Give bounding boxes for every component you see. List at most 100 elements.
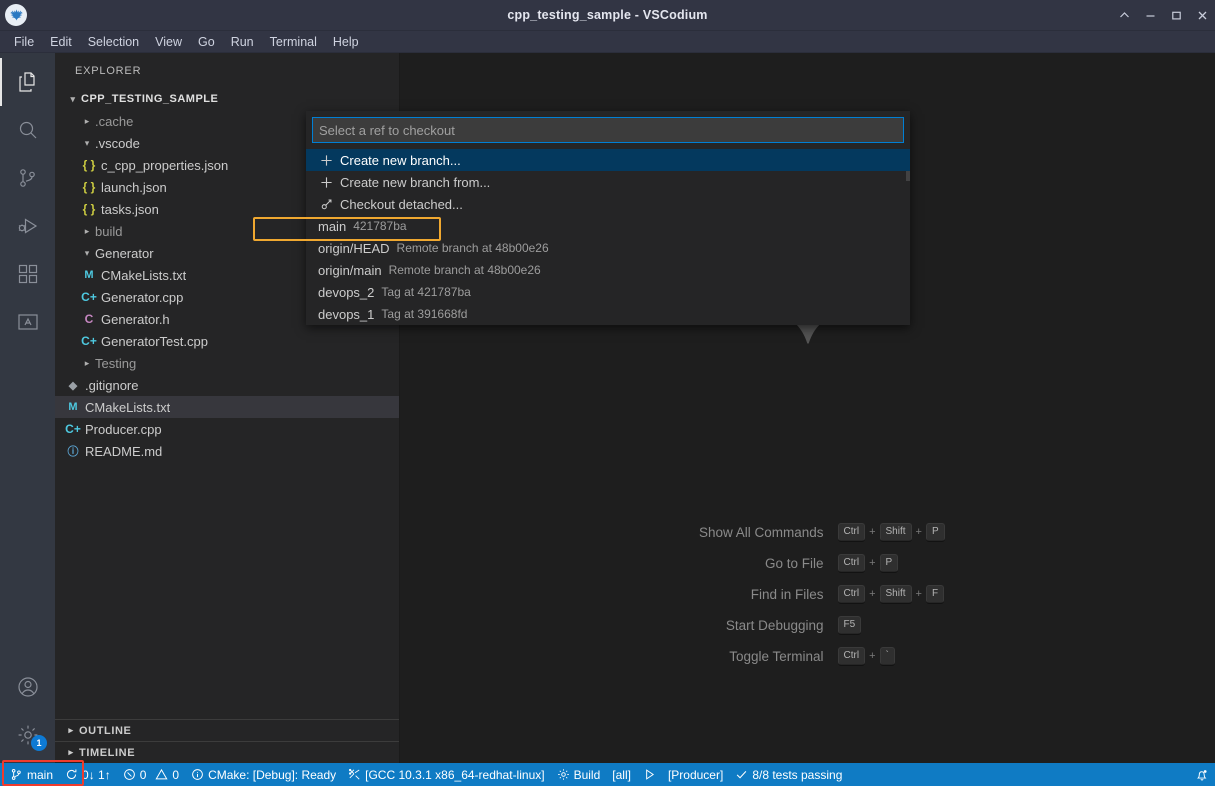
close-icon[interactable] bbox=[1189, 0, 1215, 31]
tree-row[interactable]: ◆ .gitignore bbox=[55, 374, 399, 396]
shortcut-label: Go to File bbox=[658, 556, 838, 571]
minimize-icon[interactable] bbox=[1137, 0, 1163, 31]
sidebar-panel-timeline[interactable]: ▸ TIMELINE bbox=[55, 741, 399, 763]
statusbar-kit[interactable]: [GCC 10.3.1 x86_64-redhat-linux] bbox=[342, 763, 550, 786]
shortcut-label: Toggle Terminal bbox=[658, 649, 838, 664]
statusbar-build[interactable]: Build bbox=[551, 763, 607, 786]
tree-row[interactable]: ▸ Testing bbox=[55, 352, 399, 374]
tree-item-label: Generator bbox=[95, 246, 154, 261]
quick-pick-item-checkout-detached[interactable]: Checkout detached... bbox=[306, 193, 910, 215]
json-file-icon: { } bbox=[79, 180, 99, 194]
quick-pick-item-devops-1[interactable]: devops_1 Tag at 391668fd bbox=[306, 303, 910, 325]
menu-help[interactable]: Help bbox=[325, 32, 367, 52]
statusbar-build-target[interactable]: [all] bbox=[606, 763, 637, 786]
menu-go[interactable]: Go bbox=[190, 32, 223, 52]
activitybar-item-run-and-debug[interactable] bbox=[0, 202, 55, 250]
shortcut-row: Toggle Terminal Ctrl + ` bbox=[658, 647, 958, 665]
statusbar-launch[interactable] bbox=[637, 763, 662, 786]
tree-item-label: Generator.cpp bbox=[101, 290, 183, 305]
tree-item-label: launch.json bbox=[101, 180, 167, 195]
activitybar-item-explorer[interactable] bbox=[0, 58, 55, 106]
statusbar-sync-label: 0↓ 1↑ bbox=[82, 768, 111, 782]
statusbar-branch-label: main bbox=[27, 768, 53, 782]
quick-pick-item-description: Tag at 421787ba bbox=[381, 285, 470, 299]
quick-pick-item-label: Create new branch... bbox=[340, 153, 461, 168]
key-separator: + bbox=[916, 588, 922, 600]
tree-row[interactable]: ⓘ README.md bbox=[55, 440, 399, 462]
menu-run[interactable]: Run bbox=[223, 32, 262, 52]
statusbar-build-label: Build bbox=[574, 768, 601, 782]
quick-pick-input[interactable] bbox=[312, 117, 904, 143]
statusbar-problems[interactable]: 0 0 bbox=[117, 763, 185, 786]
menu-selection[interactable]: Selection bbox=[80, 32, 147, 52]
activitybar-item-source-control[interactable] bbox=[0, 154, 55, 202]
statusbar-sync[interactable]: 0↓ 1↑ bbox=[59, 763, 117, 786]
shortcut-label: Start Debugging bbox=[658, 618, 838, 633]
extensions-icon bbox=[16, 262, 40, 286]
info-circle-icon bbox=[191, 768, 204, 781]
statusbar-cmake-label: CMake: [Debug]: Ready bbox=[208, 768, 336, 782]
quick-pick-item-main[interactable]: main 421787ba bbox=[306, 215, 910, 237]
tree-row-selected[interactable]: M CMakeLists.txt bbox=[55, 396, 399, 418]
shortcut-keys: Ctrl + Shift + P bbox=[838, 523, 958, 541]
menu-view[interactable]: View bbox=[147, 32, 190, 52]
key-cap: F5 bbox=[838, 616, 862, 634]
quick-pick-checkout-ref: Create new branch... Create new branch f… bbox=[306, 111, 910, 325]
quick-pick-item-origin-main[interactable]: origin/main Remote branch at 48b00e26 bbox=[306, 259, 910, 281]
menu-file[interactable]: File bbox=[6, 32, 42, 52]
key-cap: Ctrl bbox=[838, 585, 866, 603]
statusbar-debug-target[interactable]: [Producer] bbox=[662, 763, 729, 786]
vscodium-logo-icon bbox=[5, 4, 27, 26]
plus-icon bbox=[318, 176, 334, 189]
quick-pick-item-devops-2[interactable]: devops_2 Tag at 421787ba bbox=[306, 281, 910, 303]
statusbar-kit-label: [GCC 10.3.1 x86_64-redhat-linux] bbox=[365, 768, 544, 782]
statusbar-cmake-status[interactable]: CMake: [Debug]: Ready bbox=[185, 763, 342, 786]
sync-icon bbox=[65, 768, 78, 781]
quick-pick-item-origin-head[interactable]: origin/HEAD Remote branch at 48b00e26 bbox=[306, 237, 910, 259]
chevron-up-icon[interactable] bbox=[1111, 0, 1137, 31]
warning-triangle-icon bbox=[155, 768, 168, 781]
sidebar-panel-outline[interactable]: ▸ OUTLINE bbox=[55, 719, 399, 741]
tree-item-label: .cache bbox=[95, 114, 133, 129]
git-file-icon: ◆ bbox=[63, 379, 83, 392]
menu-terminal[interactable]: Terminal bbox=[262, 32, 325, 52]
activitybar-item-testing[interactable] bbox=[0, 298, 55, 346]
tools-icon bbox=[348, 768, 361, 781]
quick-pick-item-create-new-branch[interactable]: Create new branch... bbox=[306, 149, 910, 171]
statusbar-error-count: 0 bbox=[140, 768, 147, 782]
key-cap: Shift bbox=[880, 523, 912, 541]
source-control-branch-icon bbox=[10, 768, 23, 781]
key-separator: + bbox=[869, 650, 875, 662]
tree-row-root[interactable]: ▾ CPP_TESTING_SAMPLE bbox=[55, 88, 399, 110]
statusbar-warning-count: 0 bbox=[172, 768, 179, 782]
json-file-icon: { } bbox=[79, 158, 99, 172]
accounts-icon bbox=[16, 675, 40, 699]
quick-pick-item-create-new-branch-from[interactable]: Create new branch from... bbox=[306, 171, 910, 193]
activitybar-item-search[interactable] bbox=[0, 106, 55, 154]
menu-edit[interactable]: Edit bbox=[42, 32, 80, 52]
statusbar-branch[interactable]: main bbox=[4, 763, 59, 786]
tree-item-label: README.md bbox=[85, 444, 162, 459]
tree-row[interactable]: C+ GeneratorTest.cpp bbox=[55, 330, 399, 352]
error-circle-icon bbox=[123, 768, 136, 781]
maximize-icon[interactable] bbox=[1163, 0, 1189, 31]
statusbar-tests[interactable]: 8/8 tests passing bbox=[729, 763, 848, 786]
activitybar-item-extensions[interactable] bbox=[0, 250, 55, 298]
chevron-right-icon: ▸ bbox=[63, 725, 79, 736]
plus-icon bbox=[318, 154, 334, 167]
window-controls bbox=[1111, 0, 1215, 30]
key-cap: Shift bbox=[880, 585, 912, 603]
workbench-body: 1 EXPLORER ▾ CPP_TESTING_SAMPLE ▸ .cache… bbox=[0, 53, 1215, 763]
activity-bar: 1 bbox=[0, 53, 55, 763]
statusbar-notifications[interactable] bbox=[1189, 763, 1215, 786]
window-title: cpp_testing_sample - VSCodium bbox=[0, 8, 1215, 22]
activitybar-item-accounts[interactable] bbox=[0, 663, 55, 711]
key-separator: + bbox=[869, 557, 875, 569]
tree-item-label: build bbox=[95, 224, 122, 239]
shortcut-keys: Ctrl + ` bbox=[838, 647, 958, 665]
key-cap: Ctrl bbox=[838, 523, 866, 541]
key-cap: P bbox=[880, 554, 899, 572]
markdown-file-icon: ⓘ bbox=[63, 443, 83, 459]
activitybar-item-manage[interactable]: 1 bbox=[0, 711, 55, 759]
tree-row[interactable]: C+ Producer.cpp bbox=[55, 418, 399, 440]
